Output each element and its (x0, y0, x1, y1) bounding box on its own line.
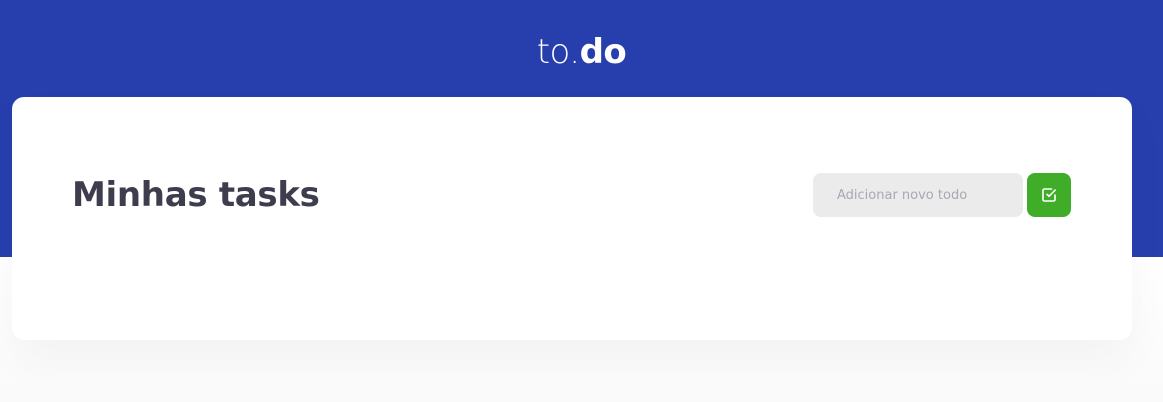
page: to.do Minhas tasks (0, 0, 1163, 402)
page-title: Minhas tasks (72, 175, 320, 215)
logo-prefix: to. (536, 32, 580, 72)
logo-suffix: do (579, 32, 627, 72)
check-square-icon (1041, 187, 1057, 203)
tasks-card: Minhas tasks (12, 97, 1132, 340)
add-todo-button[interactable] (1027, 173, 1071, 217)
add-todo-form (813, 173, 1071, 217)
new-todo-input[interactable] (813, 173, 1023, 217)
app-logo: to.do (0, 30, 1163, 74)
